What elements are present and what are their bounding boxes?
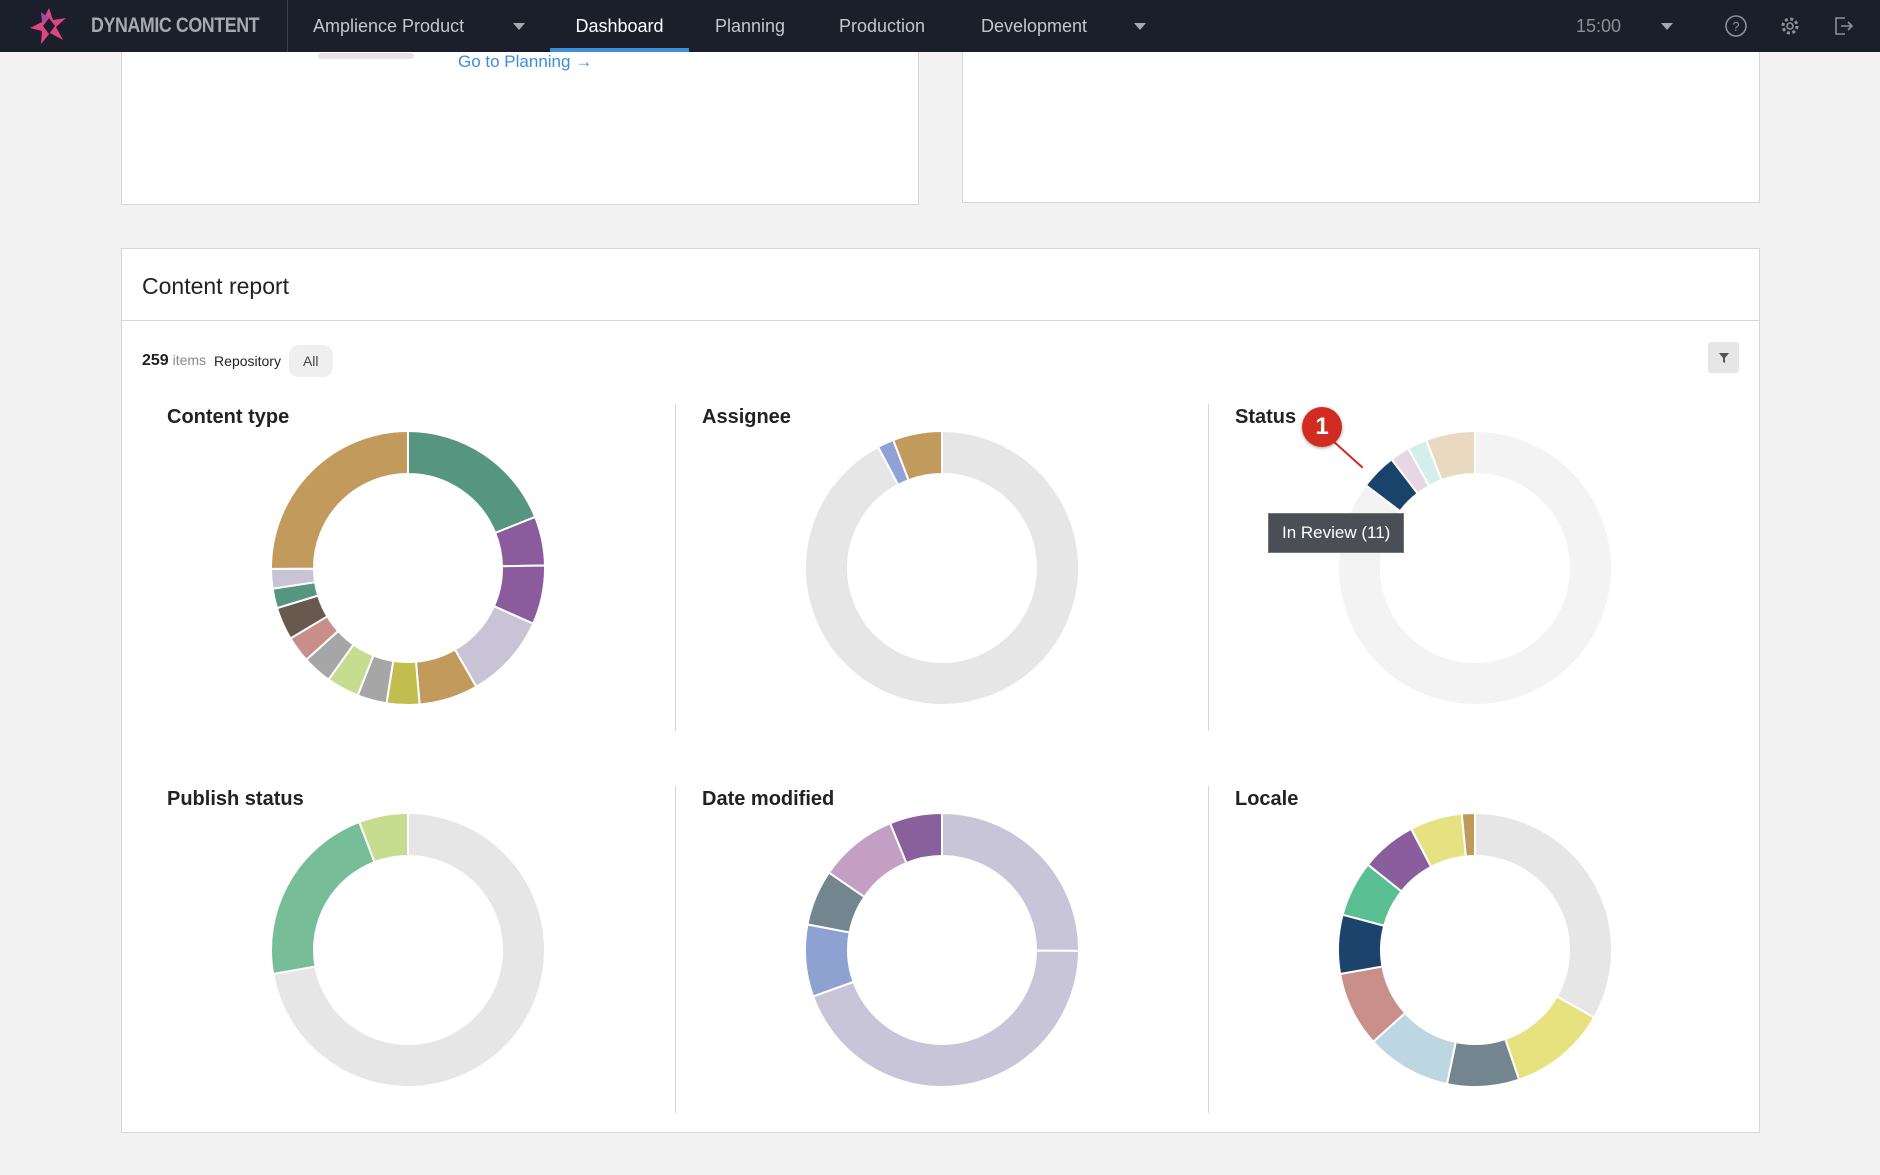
divider [122, 320, 1759, 321]
publish-status-segment-1[interactable] [270, 820, 376, 976]
tab-development[interactable]: Development [981, 16, 1087, 37]
date-modified-donut-chart [804, 811, 1081, 1088]
count-value: 259 [142, 352, 169, 369]
locale-segment-2[interactable] [1445, 1037, 1521, 1088]
annotation-badge: 1 [1302, 407, 1342, 447]
content-type-donut-chart [269, 429, 546, 706]
hub-caret-icon[interactable] [513, 23, 525, 30]
date-modified-segment-0[interactable] [941, 811, 1080, 952]
repository-filter-chip[interactable]: All [288, 345, 333, 377]
settings-gear-icon[interactable] [1778, 14, 1802, 38]
arrow-right-icon: → [575, 52, 593, 71]
assignee-donut-chart [804, 429, 1080, 706]
chart-tooltip: In Review (11) [1268, 513, 1405, 553]
card-title: Content report [142, 273, 290, 299]
placeholder-bar [318, 53, 414, 59]
date-modified-chart-title: Date modified [702, 788, 835, 810]
tab-planning[interactable]: Planning [715, 16, 785, 37]
repository-label: Repository [214, 353, 281, 369]
column-divider [1208, 786, 1209, 1113]
locale-segment-0[interactable] [1474, 811, 1613, 1019]
locale-donut-chart [1337, 811, 1613, 1088]
status-donut-chart [1337, 429, 1613, 706]
svg-text:?: ? [1732, 19, 1739, 34]
publish-status-chart-title: Publish status [167, 788, 304, 810]
report-toolbar: 259 items Repository All [142, 345, 333, 377]
column-divider [675, 404, 676, 731]
app-name: DYNAMIC CONTENT [91, 14, 260, 37]
count-unit: items [172, 352, 207, 368]
time-selector[interactable]: 15:00 [1576, 16, 1621, 37]
locale-chart-title: Locale [1235, 788, 1299, 810]
top-nav-bar: DYNAMIC CONTENT Amplience Product Dashbo… [0, 0, 1880, 52]
tab-dashboard[interactable]: Dashboard [550, 0, 689, 52]
development-caret-icon[interactable] [1134, 23, 1146, 30]
content-type-segment-0[interactable] [407, 429, 537, 535]
locale-segment-1[interactable] [1503, 994, 1596, 1081]
top-right-card [962, 40, 1760, 203]
hub-selector[interactable]: Amplience Product [313, 16, 464, 37]
assignee-chart-title: Assignee [702, 406, 791, 428]
dynamic-content-logo-icon [30, 8, 66, 44]
filter-icon [1718, 352, 1729, 363]
filter-button[interactable] [1708, 342, 1739, 373]
item-count: 259 items [142, 352, 206, 370]
content-type-segment-13[interactable] [270, 429, 409, 570]
divider [287, 0, 288, 52]
time-caret-icon[interactable] [1661, 23, 1673, 30]
link-text: Go to Planning [458, 52, 571, 71]
status-chart-title: Status [1235, 406, 1297, 428]
column-divider [1208, 404, 1209, 731]
logout-icon[interactable] [1831, 14, 1855, 38]
content-type-chart-title: Content type [167, 406, 290, 428]
help-icon[interactable]: ? [1724, 14, 1748, 38]
column-divider [675, 786, 676, 1113]
date-modified-segment-1[interactable] [811, 949, 1081, 1088]
tab-production[interactable]: Production [839, 16, 925, 37]
planning-card: Go to Planning → [121, 40, 919, 205]
go-to-planning-link[interactable]: Go to Planning → [458, 52, 592, 72]
publish-status-donut-chart [270, 811, 546, 1088]
